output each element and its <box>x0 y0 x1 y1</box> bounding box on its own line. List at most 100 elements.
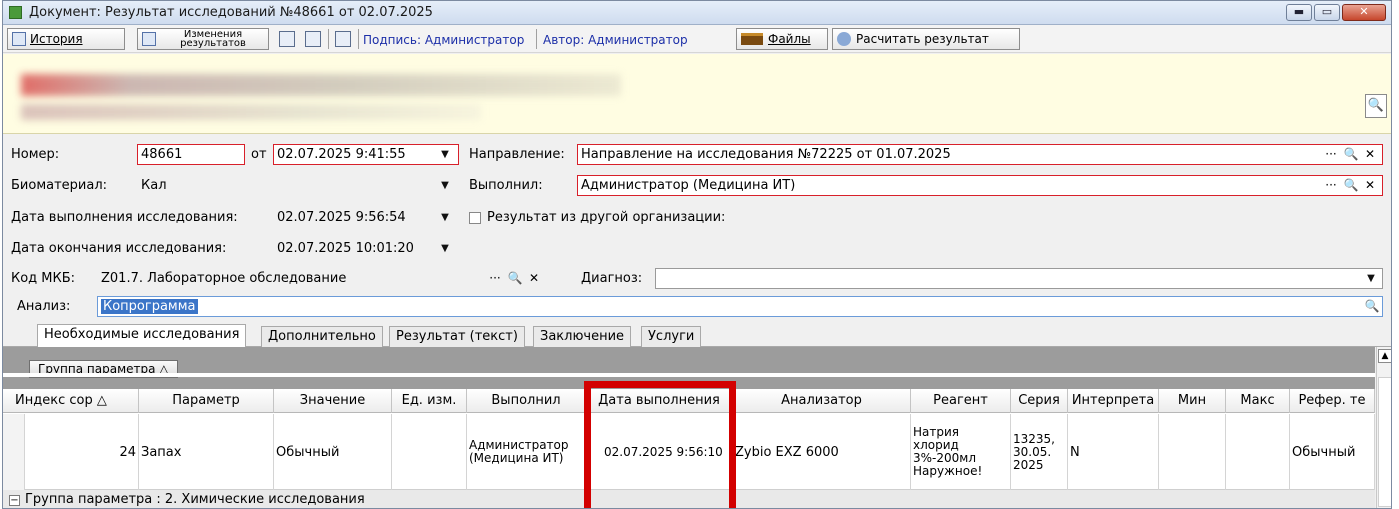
document-app-icon <box>9 6 22 19</box>
close-button[interactable]: ✕ <box>1342 4 1386 21</box>
cell-parameter[interactable]: Запах <box>139 414 274 490</box>
table-row[interactable]: 24 Запах Обычный Администратор (Медицина… <box>3 414 1375 490</box>
title-bar: Документ: Результат исследований №48661 … <box>3 1 1391 25</box>
history-button[interactable]: История <box>7 28 125 50</box>
dots-icon[interactable]: ··· <box>1321 176 1341 195</box>
end-date-label: Дата окончания исследования: <box>11 241 227 256</box>
end-date-field[interactable]: 02.07.2025 10:01:20 <box>273 238 459 259</box>
cell-value[interactable]: Обычный <box>274 414 392 490</box>
cell-performed[interactable]: Администратор (Медицина ИТ) <box>467 414 586 490</box>
result-changes-button[interactable]: Изменения результатов <box>137 28 269 50</box>
cell-date[interactable]: 02.07.2025 9:56:10 <box>586 414 733 490</box>
tab-services[interactable]: Услуги <box>641 326 702 347</box>
scroll-up-icon[interactable]: ▲ <box>1378 349 1391 363</box>
col-date[interactable]: Дата выполнения <box>586 389 733 413</box>
other-org-checkbox[interactable] <box>469 212 481 224</box>
from-label: от <box>251 147 267 162</box>
analysis-value: Копрограмма <box>101 299 198 314</box>
tab-conclusion[interactable]: Заключение <box>533 326 632 347</box>
col-series[interactable]: Серия <box>1011 389 1068 413</box>
col-value[interactable]: Значение <box>274 389 392 413</box>
cell-max[interactable] <box>1226 414 1290 490</box>
search-icon[interactable]: 🔍 <box>1342 145 1360 164</box>
clear-icon[interactable]: ✕ <box>1361 176 1379 195</box>
cell-reference[interactable]: Обычный <box>1290 414 1375 490</box>
col-performed[interactable]: Выполнил <box>467 389 586 413</box>
exec-date-field[interactable]: 02.07.2025 9:56:54 <box>273 207 459 228</box>
grid-header: Индекс сор △ Параметр Значение Ед. изм. … <box>3 389 1375 413</box>
signature-label[interactable]: Подпись: Администратор <box>363 33 524 47</box>
diagnosis-label: Диагноз: <box>581 271 643 286</box>
performed-label: Выполнил: <box>469 178 543 193</box>
check-doc-icon[interactable] <box>305 31 321 47</box>
col-reagent[interactable]: Реагент <box>911 389 1011 413</box>
mkb-code-label: Код МКБ: <box>11 271 76 286</box>
minimize-button[interactable]: ▬ <box>1286 4 1312 21</box>
toolbar-separator <box>536 29 537 49</box>
files-button[interactable]: Файлы <box>736 28 828 50</box>
cell-min[interactable] <box>1159 414 1226 490</box>
col-unit[interactable]: Ед. изм. <box>392 389 467 413</box>
other-org-label: Результат из другой организации: <box>487 210 726 225</box>
group-row-label: Группа параметра : 2. Химические исследо… <box>25 492 365 507</box>
chevron-down-icon[interactable]: ▼ <box>437 208 453 227</box>
cell-index[interactable]: 24 <box>25 414 139 490</box>
document-window: Документ: Результат исследований №48661 … <box>2 0 1392 509</box>
log-icon <box>12 32 26 46</box>
col-max[interactable]: Макс <box>1226 389 1290 413</box>
search-icon[interactable]: 🔍 <box>1363 297 1381 316</box>
grouping-divider <box>3 373 1375 377</box>
direction-label: Направление: <box>469 147 565 162</box>
exec-date-label: Дата выполнения исследования: <box>11 210 238 225</box>
collapse-icon[interactable]: − <box>9 495 20 506</box>
result-changes-label-2: результатов <box>180 38 246 49</box>
clear-icon[interactable]: ✕ <box>525 269 543 288</box>
col-analyzer[interactable]: Анализатор <box>733 389 911 413</box>
chevron-down-icon[interactable]: ▼ <box>1363 269 1379 288</box>
diagnosis-field[interactable] <box>655 268 1383 289</box>
dots-icon[interactable]: ··· <box>485 269 505 288</box>
mkb-code-field[interactable]: Z01.7. Лабораторное обследование <box>97 268 487 289</box>
col-index[interactable]: Индекс сор △ <box>3 389 139 413</box>
author-label[interactable]: Автор: Администратор <box>543 33 688 47</box>
chevron-down-icon[interactable]: ▼ <box>437 145 453 164</box>
tab-additional[interactable]: Дополнительно <box>261 326 383 347</box>
search-icon[interactable]: 🔍 <box>1342 176 1360 195</box>
performed-field[interactable]: Администратор (Медицина ИТ) <box>577 175 1383 196</box>
cell-reagent[interactable]: Натрия хлорид 3%-200мл Наружное! <box>911 414 1011 490</box>
cell-unit[interactable] <box>392 414 467 490</box>
cell-analyzer[interactable]: Zybio EXZ 6000 <box>733 414 911 490</box>
maximize-button[interactable]: ▭ <box>1314 4 1340 21</box>
number-field[interactable]: 48661 <box>137 144 245 165</box>
direction-field[interactable]: Направление на исследования №72225 от 01… <box>577 144 1383 165</box>
tab-text-result[interactable]: Результат (текст) <box>389 326 525 347</box>
tab-bar: Необходимые исследования Дополнительно Р… <box>3 324 1391 348</box>
window-title: Документ: Результат исследований №48661 … <box>29 5 433 20</box>
patient-search-button[interactable]: 🔍 <box>1365 94 1387 118</box>
cell-series[interactable]: 13235, 30.05. 2025 <box>1011 414 1068 490</box>
col-reference[interactable]: Рефер. те <box>1290 389 1375 413</box>
chevron-down-icon[interactable]: ▼ <box>437 176 453 195</box>
vertical-scrollbar[interactable]: ▲ <box>1376 347 1391 508</box>
col-interpretation[interactable]: Интерпрета <box>1068 389 1159 413</box>
results-grid: Группа параметра △ Индекс сор △ Параметр… <box>3 347 1375 508</box>
cell-interpretation[interactable]: N <box>1068 414 1159 490</box>
tab-required-research[interactable]: Необходимые исследования <box>37 324 247 348</box>
scroll-thumb[interactable] <box>1378 377 1391 507</box>
biomaterial-field[interactable]: Кал <box>137 175 457 196</box>
group-row-chemical[interactable]: − Группа параметра : 2. Химические иссле… <box>3 490 1375 508</box>
calculate-result-button[interactable]: Расчитать результат <box>832 28 1020 50</box>
col-min[interactable]: Мин <box>1159 389 1226 413</box>
redacted-patient-details <box>21 104 481 120</box>
toolbar-separator <box>358 29 359 49</box>
clear-icon[interactable]: ✕ <box>1361 145 1379 164</box>
from-date-field[interactable]: 02.07.2025 9:41:55 <box>273 144 459 165</box>
search-icon[interactable]: 🔍 <box>506 269 524 288</box>
toolbar-separator <box>328 29 329 49</box>
dots-icon[interactable]: ··· <box>1321 145 1341 164</box>
col-parameter[interactable]: Параметр <box>139 389 274 413</box>
analysis-field[interactable]: Копрограмма <box>97 296 1383 317</box>
delete-doc-icon[interactable] <box>335 31 351 47</box>
chevron-down-icon[interactable]: ▼ <box>437 239 453 258</box>
table-icon[interactable] <box>279 31 295 47</box>
